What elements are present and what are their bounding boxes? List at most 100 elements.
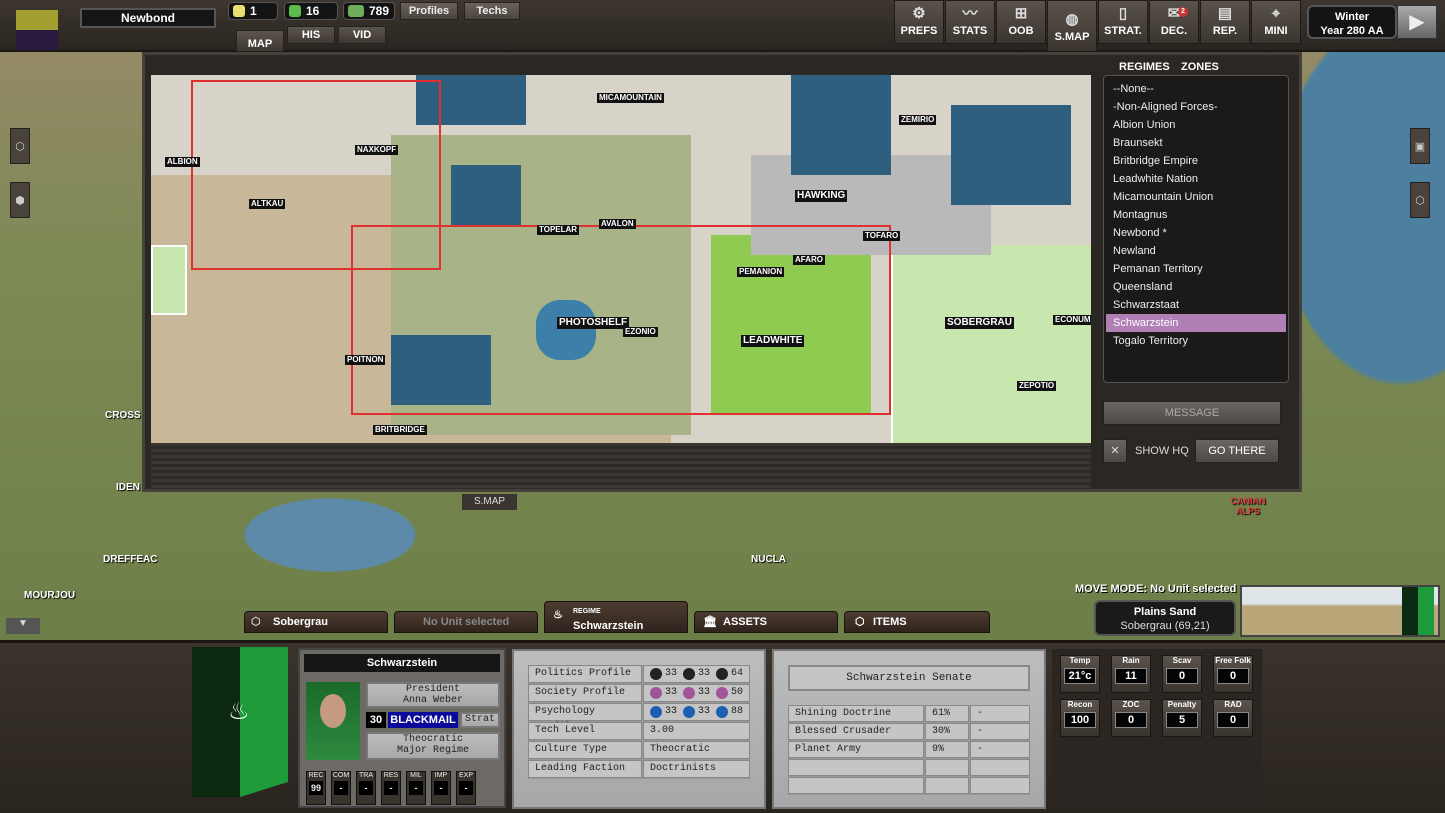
tab-map[interactable]: MAP <box>236 30 284 52</box>
stat-mil: MIL - <box>406 771 426 805</box>
profile-panel: Politics Profile 33 33 64 Society Profile 33 3… <box>512 649 766 809</box>
strategic-map[interactable]: ALBION NAXKOPF ALTKAU MICAMOUNTAIN ZEMIR… <box>151 75 1091 443</box>
show-hq-checkbox[interactable]: ✕ <box>1103 439 1127 463</box>
profiles-button[interactable]: Profiles <box>400 2 458 20</box>
gear-icon: ⚙ <box>912 5 926 22</box>
prefs-button[interactable]: ⚙ PREFS <box>894 0 944 44</box>
mini-button[interactable]: ⌖ MINI <box>1251 0 1301 44</box>
hex-tab[interactable]: ⬡ Sobergrau <box>244 611 388 633</box>
regime-item[interactable]: Togalo Territory <box>1112 332 1280 350</box>
regime-item[interactable]: Queensland <box>1112 278 1280 296</box>
smap-button[interactable]: ◍ S.MAP <box>1047 0 1097 52</box>
techs-button[interactable]: Techs <box>464 2 520 20</box>
city-label: ECONUM <box>1053 315 1091 325</box>
bottom-panel: ♨ Schwarzstein President Anna Weber 30 BL… <box>0 640 1445 813</box>
regime-item[interactable]: Braunsekt <box>1112 134 1280 152</box>
regime-item[interactable]: Leadwhite Nation <box>1112 170 1280 188</box>
dec-button[interactable]: ✉ 2 DEC. <box>1149 0 1199 44</box>
city-label: ZEMIRIO <box>899 115 937 125</box>
star-icon <box>650 668 662 680</box>
profile-score: 50 <box>731 687 744 698</box>
city-label: TOPELAR <box>537 225 580 235</box>
regime-item[interactable]: Albion Union <box>1112 116 1280 134</box>
regime-item[interactable]: Micamountain Union <box>1112 188 1280 206</box>
tab-his[interactable]: HIS <box>287 26 335 44</box>
regime-item[interactable]: -Non-Aligned Forces- <box>1112 98 1280 116</box>
family-icon <box>716 706 729 718</box>
regime-item[interactable]: Newbond * <box>1112 224 1280 242</box>
strat-button[interactable]: ▯ STRAT. <box>1098 0 1148 44</box>
action-points: 30 <box>366 712 386 728</box>
cube-icon: ⬡ <box>855 616 865 628</box>
move-mode-status: MOVE MODE: No Unit selected <box>1075 583 1237 595</box>
profile-label: Tech Level <box>528 722 642 740</box>
turn-date: Winter Year 280 AA <box>1307 5 1397 39</box>
stat-tra: TRA - <box>356 771 376 805</box>
regime-card-name: Schwarzstein <box>304 654 500 672</box>
unit-tab[interactable]: No Unit selected <box>394 611 538 633</box>
terrain-info: Plains Sand Sobergrau (69,21) <box>1094 600 1236 636</box>
smap-tab[interactable]: S.MAP <box>462 494 517 510</box>
x-icon: ✕ <box>1110 445 1120 457</box>
graduation-cap-icon <box>683 706 696 718</box>
go-there-button[interactable]: GO THERE <box>1195 439 1279 463</box>
end-turn-button[interactable]: ▶ <box>1397 5 1437 39</box>
hex-stat-penalty: Penalty 5 <box>1162 699 1202 737</box>
regime-item[interactable]: --None-- <box>1112 80 1280 98</box>
collapse-button[interactable]: ▼ <box>6 618 40 634</box>
hex-stat-recon: Recon 100 <box>1060 699 1100 737</box>
tab-vid[interactable]: VID <box>338 26 386 44</box>
notification-badge: 2 <box>1178 7 1188 17</box>
top-bar: Newbond 1 16 789 Profiles Techs MAP HIS … <box>0 0 1445 52</box>
profile-label: Politics Profile <box>528 665 642 683</box>
assets-tab[interactable]: 🏛 ASSETS <box>694 611 838 633</box>
oob-button[interactable]: ⊞ OOB <box>996 0 1046 44</box>
regime-item[interactable]: Newland <box>1112 242 1280 260</box>
regime-item[interactable]: Schwarzstaat <box>1112 296 1280 314</box>
senate-extra <box>970 777 1030 794</box>
regime-item-selected[interactable]: Schwarzstein <box>1106 314 1286 332</box>
cube-icon[interactable]: ⬡ <box>10 128 30 164</box>
panel-icon[interactable]: ▣ <box>1410 128 1430 164</box>
senate-pct: 9% <box>925 741 969 758</box>
profile-label: Leading Faction <box>528 760 642 778</box>
profile-score: 33 <box>698 687 711 698</box>
stats-button[interactable]: 〰 STATS <box>945 0 995 44</box>
blackmail-button[interactable]: BLACKMAIL <box>388 712 458 728</box>
city-label: ALTKAU <box>249 199 286 209</box>
regime-item[interactable]: Pemanan Territory <box>1112 260 1280 278</box>
regime-item[interactable]: Montagnus <box>1112 206 1280 224</box>
fist-icon <box>289 5 301 17</box>
profile-score: 33 <box>665 668 678 679</box>
map-pin-icon: ⌖ <box>1271 5 1281 22</box>
hex-icon[interactable]: ⬢ <box>10 182 30 218</box>
cube-icon[interactable]: ⬡ <box>1410 182 1430 218</box>
cards-icon: ▯ <box>1118 5 1128 22</box>
crown-icon <box>683 668 696 680</box>
strat-button[interactable]: Strat <box>460 712 500 728</box>
resource-fist: 16 <box>284 2 338 20</box>
regime-item[interactable]: Britbridge Empire <box>1112 152 1280 170</box>
chart-icon: 〰 <box>962 5 978 22</box>
pen-icon <box>650 706 662 718</box>
resource-money: 789 <box>343 2 395 20</box>
stat-imp: IMP - <box>431 771 451 805</box>
leader-info: President Anna Weber <box>366 682 500 708</box>
map-label: CANIAN ALPS <box>1230 496 1266 516</box>
city-label: LEADWHITE <box>741 335 805 347</box>
items-tab[interactable]: ⬡ ITEMS <box>844 611 990 633</box>
map-label: NUCLA <box>751 554 786 565</box>
message-button[interactable]: MESSAGE <box>1103 401 1281 425</box>
regime-tab[interactable]: ♨ REGIME Schwarzstein <box>544 601 688 633</box>
hex-stat-zoc: ZOC 0 <box>1111 699 1151 737</box>
regime-list[interactable]: --None-- -Non-Aligned Forces- Albion Uni… <box>1103 75 1289 383</box>
profile-score: 64 <box>731 668 744 679</box>
leader-portrait[interactable] <box>306 682 360 760</box>
city-label: PEMANION <box>737 267 785 277</box>
hex-stat-scav: Scav 0 <box>1162 655 1202 693</box>
profile-label: Society Profile <box>528 684 642 702</box>
tab-zones[interactable]: ZONES <box>1181 61 1219 75</box>
profile-score: 33 <box>665 706 678 717</box>
rep-button[interactable]: ▤ REP. <box>1200 0 1250 44</box>
tab-regimes[interactable]: REGIMES <box>1119 61 1170 75</box>
